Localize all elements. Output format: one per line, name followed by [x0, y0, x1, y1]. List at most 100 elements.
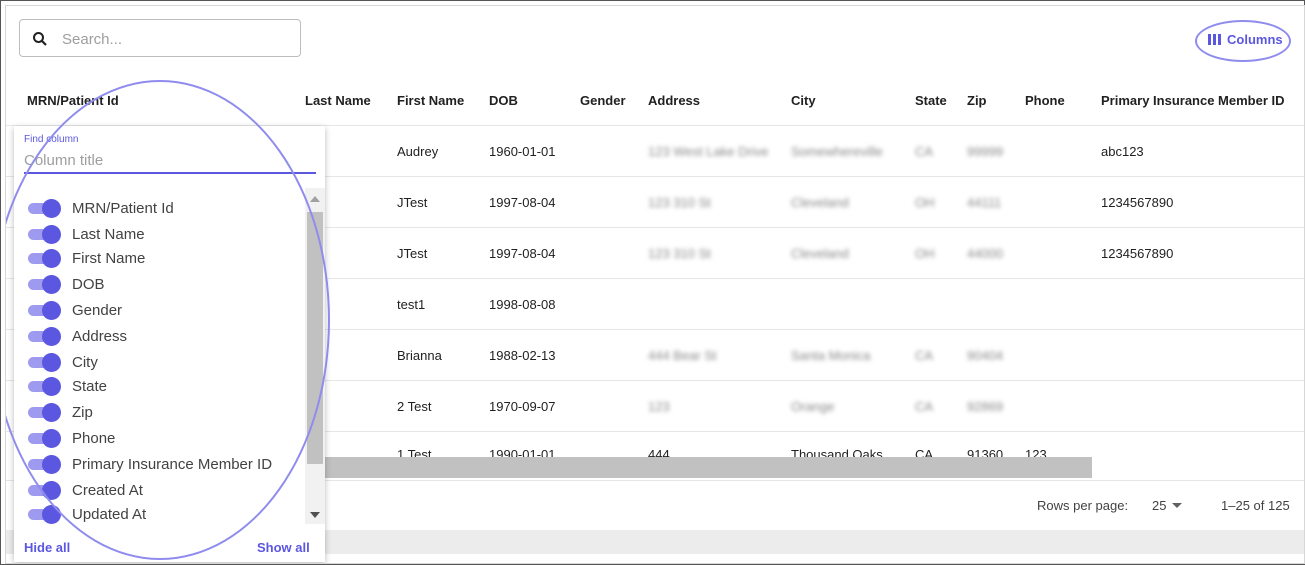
cell-city: Santa Monica	[791, 348, 871, 363]
toggle-switch[interactable]	[28, 327, 62, 346]
column-toggle-label: Created At	[72, 481, 143, 499]
vertical-scrollbar-thumb[interactable]	[307, 212, 323, 464]
column-toggle-label: Primary Insurance Member ID	[72, 455, 273, 473]
column-toggle-label: Zip	[72, 403, 93, 421]
column-toggle-item[interactable]: Gender	[28, 298, 122, 322]
toggle-switch[interactable]	[28, 249, 62, 268]
cell-dob: 1970-09-07	[489, 399, 556, 414]
cell-zip: 44000	[967, 246, 1004, 261]
header-mrn[interactable]: MRN/Patient Id	[27, 77, 119, 125]
column-toggle-item[interactable]: MRN/Patient Id	[28, 196, 174, 220]
cell-city: Cleveland	[791, 195, 849, 210]
column-toggle-item[interactable]: Last Name	[28, 222, 145, 246]
column-toggle-label: Updated At	[72, 505, 147, 523]
column-toggle-label: First Name	[72, 249, 146, 267]
column-toggle-item[interactable]: DOB	[28, 272, 105, 296]
cell-city: Orange	[791, 399, 835, 414]
cell-dob: 1997-08-04	[489, 195, 556, 210]
header-last-name[interactable]: Last Name	[305, 77, 371, 125]
hide-all-button[interactable]: Hide all	[24, 540, 70, 555]
column-toggle-label: State	[72, 377, 108, 395]
column-toggle-label: MRN/Patient Id	[72, 199, 174, 217]
show-all-button[interactable]: Show all	[257, 540, 310, 555]
toggle-switch[interactable]	[28, 505, 62, 524]
toggle-switch[interactable]	[28, 301, 62, 320]
search-input[interactable]	[60, 26, 294, 52]
cell-phone: 123	[1025, 447, 1047, 458]
chevron-down-icon[interactable]	[1172, 503, 1182, 508]
toggle-switch[interactable]	[28, 429, 62, 448]
header-city[interactable]: City	[791, 77, 816, 125]
toggle-switch[interactable]	[28, 481, 62, 500]
scroll-down-arrow-icon[interactable]	[310, 512, 320, 518]
cell-state: CA	[915, 447, 934, 458]
cell-first-name: Brianna	[397, 348, 442, 363]
column-toggle-item[interactable]: City	[28, 350, 98, 374]
column-toggle-item[interactable]: Updated At	[28, 502, 146, 526]
column-toggle-label: Phone	[72, 429, 116, 447]
cell-state: OH	[915, 246, 935, 261]
cell-city: Thousand Oaks	[791, 447, 883, 458]
cell-dob: 1997-08-04	[489, 246, 556, 261]
header-gender[interactable]: Gender	[580, 77, 626, 125]
cell-first-name: Audrey	[397, 144, 439, 159]
horizontal-scrollbar-thumb[interactable]	[312, 457, 1092, 478]
header-first-name[interactable]: First Name	[397, 77, 464, 125]
cell-address: 444 Bear St	[648, 348, 717, 363]
cell-state: CA	[915, 399, 934, 414]
column-toggle-item[interactable]: Phone	[28, 426, 115, 450]
cell-insurance-id: 1234567890	[1101, 195, 1174, 210]
cell-city: Somewhereville	[791, 144, 883, 159]
columns-highlight-ellipse	[1195, 20, 1291, 62]
header-zip[interactable]: Zip	[967, 77, 987, 125]
pagination-range: 1–25 of 125	[1221, 498, 1290, 513]
cell-zip: 91360	[967, 447, 1004, 458]
find-column-input[interactable]	[24, 148, 316, 174]
toggle-switch[interactable]	[28, 275, 62, 294]
cell-address: 123 West Lake Drive	[648, 144, 769, 159]
cell-first-name: 1 Test	[397, 447, 432, 458]
vertical-scrollbar[interactable]	[305, 188, 325, 524]
cell-dob: 1960-01-01	[489, 144, 556, 159]
column-toggle-item[interactable]: Zip	[28, 400, 93, 424]
column-toggle-item[interactable]: Address	[28, 324, 127, 348]
header-dob[interactable]: DOB	[489, 77, 518, 125]
column-toggle-item[interactable]: Primary Insurance Member ID	[28, 452, 272, 476]
table-header: MRN/Patient Id Last Name First Name DOB …	[6, 77, 1304, 125]
cell-dob: 1988-02-13	[489, 348, 556, 363]
rows-per-page-select[interactable]: 25	[1152, 481, 1166, 531]
column-toggle-label: Address	[72, 327, 128, 345]
column-toggle-item[interactable]: State	[28, 374, 107, 398]
cell-first-name: JTest	[397, 195, 428, 210]
find-column-label: Find column	[24, 134, 79, 145]
toggle-switch[interactable]	[28, 455, 62, 474]
toggle-switch[interactable]	[28, 353, 62, 372]
cell-state: OH	[915, 195, 935, 210]
toggle-switch[interactable]	[28, 403, 62, 422]
cell-state: CA	[915, 348, 934, 363]
scroll-up-arrow-icon[interactable]	[310, 196, 320, 202]
column-toggle-label: DOB	[72, 275, 105, 293]
cell-address: 444	[648, 447, 670, 458]
search-box[interactable]	[19, 19, 301, 57]
cell-zip: 92869	[967, 399, 1004, 414]
column-toggle-label: Last Name	[72, 225, 145, 243]
cell-address: 123 310 St	[648, 246, 711, 261]
toggle-switch[interactable]	[28, 199, 62, 218]
toggle-switch[interactable]	[28, 225, 62, 244]
header-insurance-id[interactable]: Primary Insurance Member ID	[1101, 77, 1285, 125]
screenshot-frame: Columns MRN/Patient Id Last Name First N…	[0, 0, 1305, 565]
cell-zip: 44111	[967, 195, 1002, 210]
toggle-switch[interactable]	[28, 377, 62, 396]
header-phone[interactable]: Phone	[1025, 77, 1065, 125]
cell-dob: 1990-01-01	[489, 447, 556, 458]
cell-insurance-id: 1234567890	[1101, 246, 1174, 261]
header-state[interactable]: State	[915, 77, 947, 125]
column-toggle-item[interactable]: Created At	[28, 478, 143, 502]
column-toggle-item[interactable]: First Name	[28, 246, 145, 270]
rows-per-page-label: Rows per page:	[1037, 498, 1129, 513]
header-address[interactable]: Address	[648, 77, 700, 125]
cell-first-name: test1	[397, 297, 426, 312]
column-toggle-label: Gender	[72, 301, 123, 319]
cell-address: 123 310 St	[648, 195, 711, 210]
